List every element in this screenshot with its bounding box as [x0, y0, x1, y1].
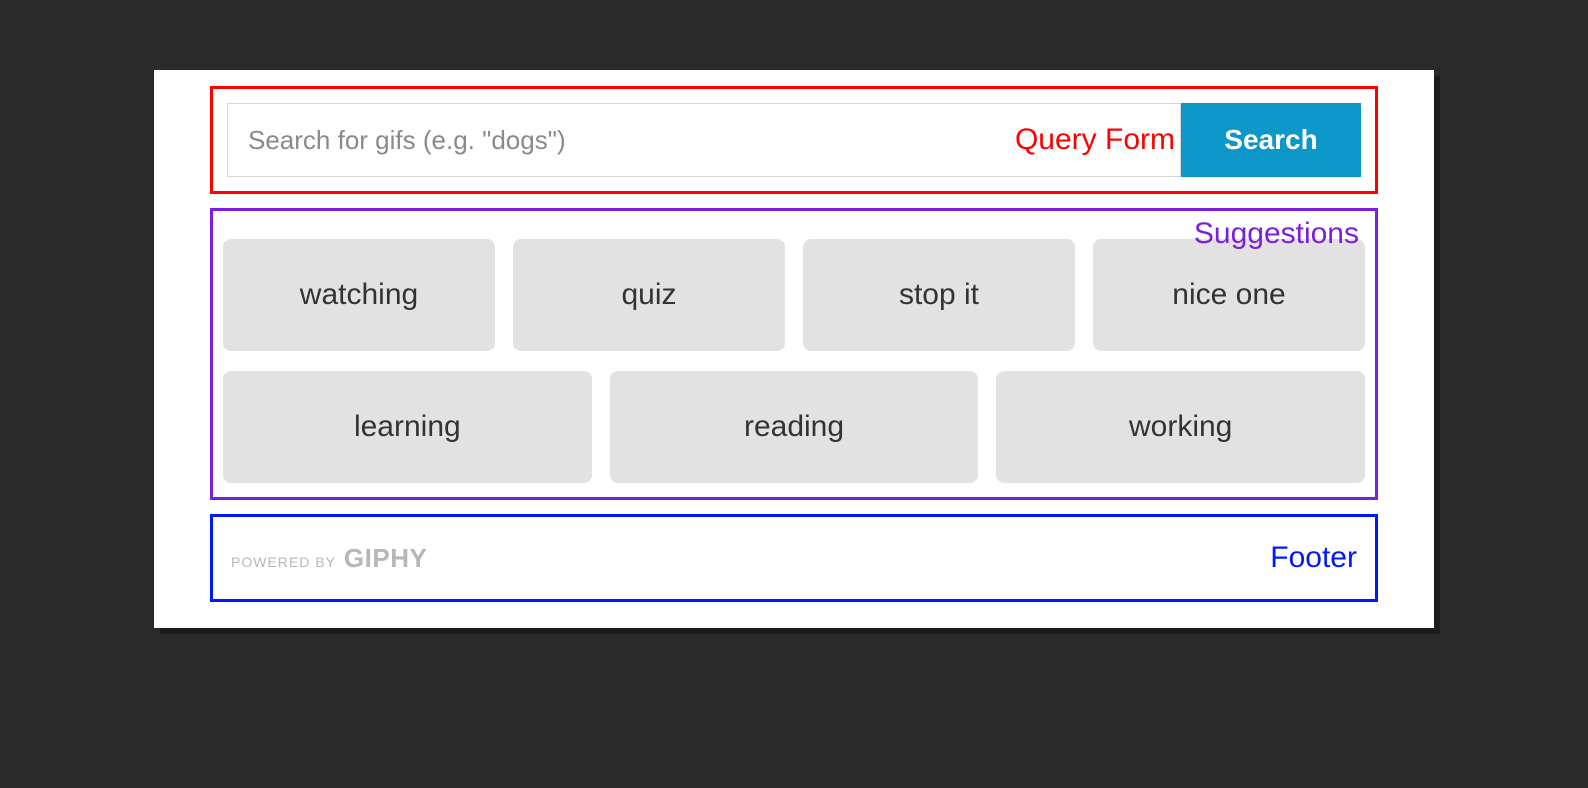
suggestion-chip[interactable]: nice one [1093, 239, 1365, 351]
search-button[interactable]: Search [1181, 103, 1361, 177]
powered-by-text: POWERED BY [231, 554, 336, 570]
suggestions-row-1: watching quiz stop it nice one [223, 239, 1365, 351]
query-form-section: Query Form Search [210, 86, 1378, 194]
suggestion-chip[interactable]: reading [610, 371, 979, 483]
suggestion-chip[interactable]: stop it [803, 239, 1075, 351]
footer-section: POWERED BY GIPHY Footer [210, 514, 1378, 602]
suggestion-chip[interactable]: quiz [513, 239, 785, 351]
search-input[interactable] [227, 103, 1181, 177]
suggestions-section: Suggestions watching quiz stop it nice o… [210, 208, 1378, 500]
suggestion-chip[interactable]: learning [223, 371, 592, 483]
suggestions-row-2: learning reading working [223, 371, 1365, 483]
giphy-brand: GIPHY [344, 543, 427, 574]
suggestion-chip[interactable]: working [996, 371, 1365, 483]
card: Query Form Search Suggestions watching q… [154, 70, 1434, 628]
search-row: Search [227, 103, 1361, 177]
suggestion-chip[interactable]: watching [223, 239, 495, 351]
powered-by-giphy: POWERED BY GIPHY [231, 543, 427, 574]
footer-annotation-label: Footer [1270, 541, 1357, 575]
